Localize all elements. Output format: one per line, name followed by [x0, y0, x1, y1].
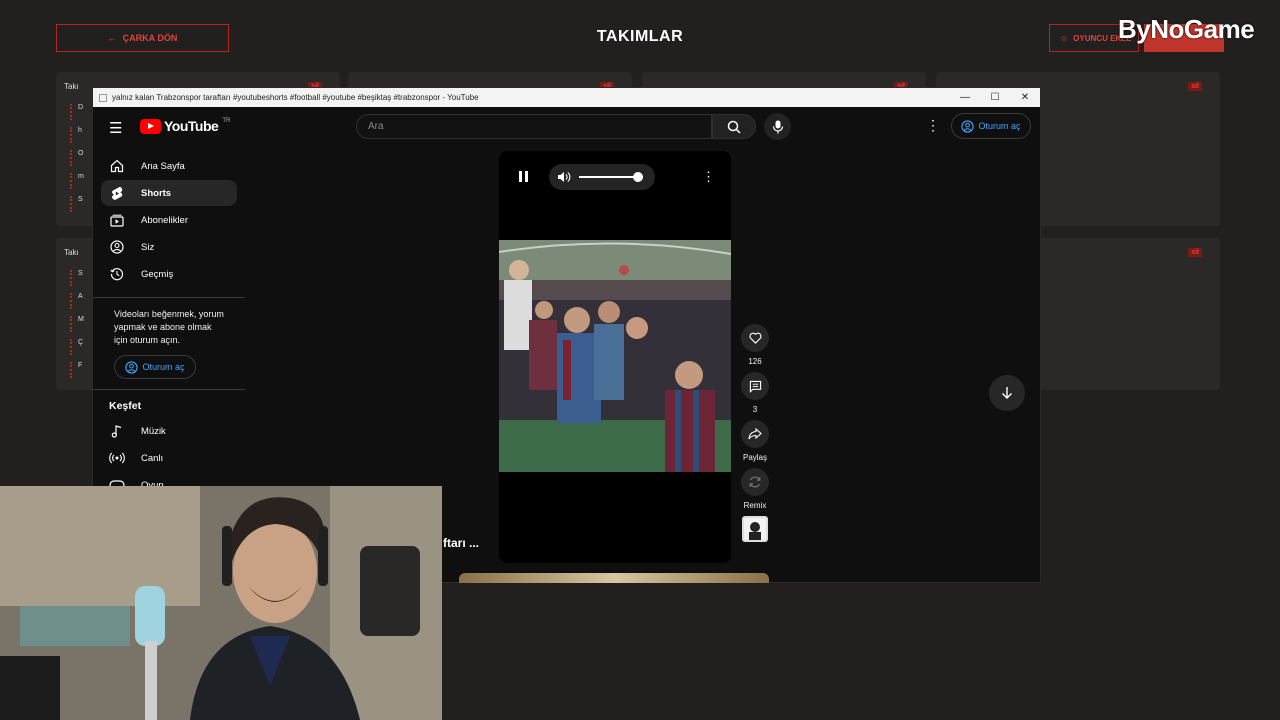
player-row: F [70, 362, 90, 378]
region-code: TR [222, 118, 231, 124]
volume-slider-handle[interactable] [632, 172, 643, 182]
remix-label: Remix [743, 501, 767, 510]
sidebar-item-subscriptions[interactable]: Abonelikler [101, 207, 237, 233]
share-button[interactable] [741, 420, 769, 448]
sidebar-item-label: Siz [141, 241, 155, 253]
history-icon [109, 266, 125, 282]
channel-watermark: ByNoGame [1118, 14, 1255, 44]
sidebar-sign-in-button[interactable]: Oturum aç [114, 355, 196, 379]
window-titlebar: yalnız kalan Trabzonspor taraftarı #yout… [93, 88, 1040, 107]
sign-in-prompt: Videoları beğenmek, yorum yapmak ve abon… [114, 309, 224, 345]
pause-button[interactable] [519, 171, 531, 183]
webcam-overlay [0, 486, 442, 720]
short-actions: 126 3 Paylaş Remix [736, 324, 774, 542]
search-box [356, 114, 712, 139]
sidebar-item-label: Canlı [141, 452, 164, 464]
microphone-icon [772, 120, 783, 133]
sidebar-item-shorts[interactable]: Shorts [101, 180, 237, 206]
player-row: O [70, 150, 90, 166]
youtube-logo[interactable]: YouTube TR [140, 118, 230, 134]
account-icon [125, 360, 139, 374]
player-row: S [70, 196, 90, 212]
voice-search-button[interactable] [764, 113, 791, 140]
next-short-preview[interactable] [459, 573, 769, 583]
volume-control[interactable] [549, 164, 655, 190]
sign-in-button[interactable]: Oturum aç [951, 113, 1031, 139]
next-short-button[interactable] [989, 375, 1025, 411]
add-user-icon: ☺ [1060, 33, 1069, 43]
live-icon [109, 450, 125, 466]
player-row: m [70, 173, 90, 189]
like-count: 126 [748, 357, 762, 366]
youtube-logo-text: YouTube [164, 118, 219, 134]
comment-button[interactable] [741, 372, 769, 400]
back-to-wheel-button[interactable]: ← ÇARKA DÖN [56, 24, 229, 52]
short-title-fragment: ftarı ... [443, 536, 480, 550]
sidebar-item-music[interactable]: Müzik [101, 418, 237, 444]
channel-avatar-image [744, 518, 766, 540]
team-card-title: Takı [64, 82, 79, 91]
explore-section-title: Keşfet [109, 400, 142, 412]
short-more-icon[interactable]: ⋮ [702, 169, 715, 185]
volume-icon[interactable] [557, 170, 571, 184]
back-button-label: ÇARKA DÖN [122, 33, 178, 43]
team-card-title: Takı [64, 248, 79, 257]
player-row: S [70, 270, 90, 286]
sidebar-item-label: Geçmiş [141, 268, 174, 280]
search-button[interactable] [712, 114, 756, 139]
sign-in-label: Oturum aç [978, 121, 1021, 131]
arrow-left-icon: ← [107, 33, 117, 43]
streamer-webcam-image [0, 486, 442, 720]
comment-count: 3 [752, 405, 758, 414]
minimize-button[interactable]: — [950, 88, 980, 107]
sidebar-divider [93, 389, 245, 390]
youtube-header: ☰ YouTube TR ⋮ Oturum aç [93, 107, 1040, 147]
shorts-player[interactable]: ⋮ [499, 151, 731, 563]
player-row: h [70, 127, 90, 143]
shorts-icon [109, 185, 125, 201]
share-label: Paylaş [742, 453, 767, 462]
like-button[interactable] [741, 324, 769, 352]
favicon-icon [99, 93, 107, 102]
music-icon [109, 423, 125, 439]
channel-avatar[interactable] [742, 516, 768, 542]
remix-icon [749, 476, 761, 488]
delete-badge[interactable]: sil [1188, 82, 1202, 91]
remix-button[interactable] [741, 468, 769, 496]
like-icon [748, 332, 762, 344]
sidebar-item-history[interactable]: Geçmiş [101, 261, 237, 287]
player-row: A [70, 293, 90, 309]
more-options-icon[interactable]: ⋮ [926, 117, 940, 134]
subscriptions-icon [109, 212, 125, 228]
page-title: TAKIMLAR [596, 28, 684, 45]
delete-badge[interactable]: sil [1188, 248, 1202, 257]
player-row: Ç [70, 339, 90, 355]
player-row: M [70, 316, 90, 332]
maximize-button[interactable]: ☐ [980, 88, 1010, 107]
window-title: yalnız kalan Trabzonspor taraftarı #yout… [112, 93, 479, 102]
comment-icon [749, 380, 761, 393]
sign-in-label: Oturum aç [142, 362, 185, 372]
share-icon [748, 428, 762, 440]
you-icon [109, 239, 125, 255]
sidebar-item-home[interactable]: Ana Sayfa [101, 153, 237, 179]
sidebar-item-label: Abonelikler [141, 214, 188, 226]
sidebar-item-live[interactable]: Canlı [101, 445, 237, 471]
youtube-play-icon [140, 118, 161, 134]
player-row: D [70, 104, 90, 120]
sidebar-divider [93, 297, 245, 298]
sidebar-item-label: Ana Sayfa [141, 160, 185, 172]
video-frame[interactable] [499, 240, 731, 472]
search-input[interactable] [357, 115, 711, 138]
search-icon [727, 120, 741, 134]
menu-icon[interactable]: ☰ [109, 119, 122, 137]
home-icon [109, 158, 125, 174]
sidebar-item-you[interactable]: Siz [101, 234, 237, 260]
crowd-video-image [499, 240, 731, 472]
arrow-down-icon [1002, 387, 1012, 399]
close-button[interactable]: ✕ [1010, 88, 1040, 107]
account-icon [961, 119, 975, 133]
sidebar-item-label: Müzik [141, 425, 166, 437]
sidebar-item-label: Shorts [141, 187, 172, 199]
